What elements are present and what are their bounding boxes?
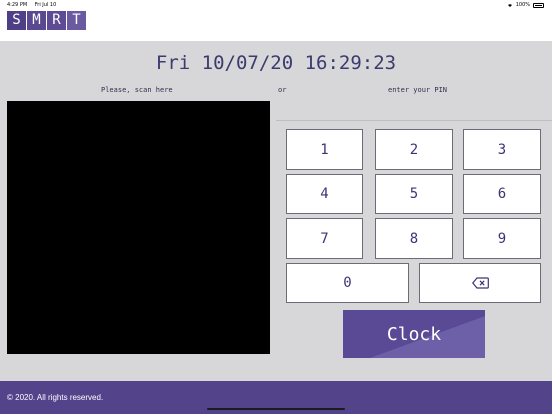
logo-letter: M (27, 11, 46, 30)
wifi-icon (507, 4, 512, 7)
backspace-button[interactable] (419, 263, 541, 303)
keypad-key-3[interactable]: 3 (463, 129, 541, 170)
status-bar-right: 100% (507, 2, 544, 8)
or-hint: or (278, 86, 287, 94)
keypad-key-8[interactable]: 8 (375, 218, 453, 259)
status-bar-left: 4:29 PM Fri Jul 10 (7, 2, 62, 8)
status-date: Fri Jul 10 (34, 2, 57, 8)
current-datetime: Fri 10/07/20 16:29:23 (155, 52, 397, 74)
battery-percent: 100% (515, 2, 530, 8)
keypad-key-5[interactable]: 5 (375, 174, 453, 214)
keypad-key-6[interactable]: 6 (463, 174, 541, 214)
home-indicator[interactable] (207, 408, 345, 410)
qr-scanner-view[interactable] (7, 101, 270, 354)
header: S M R T (0, 9, 552, 41)
pin-hint: enter your PIN (388, 86, 448, 94)
logo-letter: S (7, 11, 26, 30)
logo-letter: T (67, 11, 86, 30)
battery-icon (533, 2, 544, 8)
keypad-key-0[interactable]: 0 (286, 263, 409, 303)
keypad-key-7[interactable]: 7 (286, 218, 363, 259)
keypad-key-1[interactable]: 1 (286, 129, 363, 170)
backspace-icon (471, 277, 489, 289)
smrt-logo: S M R T (7, 11, 87, 30)
logo-letter: R (47, 11, 66, 30)
status-time: 4:29 PM (7, 2, 28, 8)
copyright-text: © 2020. All rights reserved. (7, 393, 104, 402)
status-bar: 4:29 PM Fri Jul 10 100% (0, 0, 552, 9)
keypad-key-2[interactable]: 2 (375, 129, 453, 170)
divider (276, 120, 552, 121)
clock-button[interactable]: Clock (343, 310, 485, 358)
keypad-key-9[interactable]: 9 (463, 218, 541, 259)
keypad-key-4[interactable]: 4 (286, 174, 363, 214)
scan-hint: Please, scan here (101, 86, 173, 94)
